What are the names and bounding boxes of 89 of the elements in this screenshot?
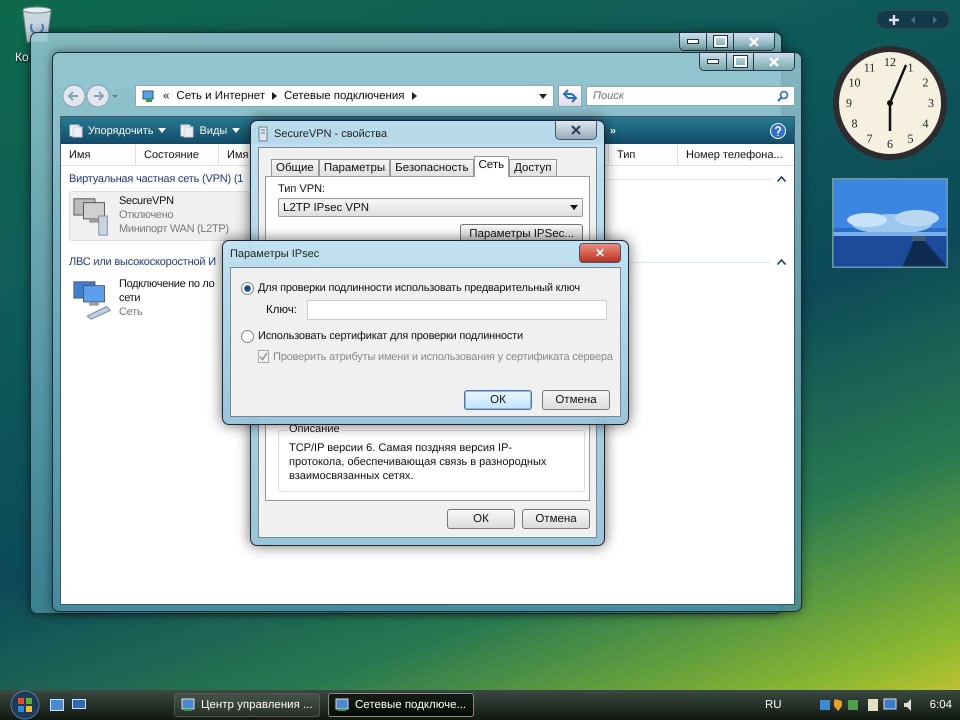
clock-number: 11 <box>864 60 876 74</box>
collapse-icon[interactable] <box>777 259 786 265</box>
clock-number: 9 <box>846 96 852 110</box>
plus-icon[interactable] <box>889 14 899 24</box>
clock-number: 10 <box>848 76 860 90</box>
connection-item[interactable]: SecureVPN Отключено Минипорт WAN (L2TP) <box>69 191 251 241</box>
tab[interactable]: Сеть <box>474 156 510 177</box>
dialog-button[interactable]: ОК <box>447 509 515 529</box>
maximize-button[interactable] <box>727 53 754 70</box>
chevron-icon[interactable] <box>272 92 277 100</box>
start-button[interactable] <box>8 690 42 720</box>
connection-text: Отключено <box>119 208 174 222</box>
breadcrumb-item[interactable]: Сеть и Интернет <box>176 90 265 102</box>
close-icon[interactable] <box>570 125 582 135</box>
dropdown-icon[interactable] <box>539 94 547 98</box>
breadcrumb-item[interactable]: « <box>163 90 170 102</box>
group-header[interactable]: Виртуальная частная сеть (VPN) (1 <box>69 173 244 185</box>
tab[interactable]: Параметры <box>318 159 390 176</box>
collapse-icon[interactable] <box>777 176 786 182</box>
checkbox-label: Проверить атрибуты имени и использования у сертификата сервера <box>273 350 613 362</box>
clock-number: 1 <box>908 60 914 74</box>
clock-number: 5 <box>908 132 914 146</box>
vpn-icon <box>258 126 268 142</box>
column-header[interactable]: Имя <box>61 144 136 165</box>
connection-text: SecureVPN <box>119 194 175 208</box>
dialog-button[interactable]: ОК <box>464 390 532 410</box>
clock-number: 6 <box>887 137 893 151</box>
radio-button[interactable] <box>241 330 254 342</box>
clock-number: 3 <box>928 96 934 110</box>
close-button[interactable] <box>555 121 597 140</box>
connection-text: Минипорт WAN (L2TP) <box>119 222 229 236</box>
radio-button[interactable] <box>241 282 254 294</box>
clock-number: 12 <box>884 55 896 69</box>
taskbar-button[interactable]: Сетевые подключе... <box>328 693 474 717</box>
dialog-title: SecureVPN - свойства <box>274 128 388 140</box>
dropdown-icon <box>232 128 240 133</box>
pages-icon <box>180 124 194 138</box>
taskbar-button[interactable]: Центр управления ... <box>174 693 320 717</box>
search-field[interactable]: Поиск <box>586 86 795 106</box>
connection-text: сети <box>119 291 142 305</box>
tab[interactable]: Общие <box>271 159 319 176</box>
search-icon[interactable] <box>777 90 789 102</box>
tab[interactable]: Безопасность <box>390 159 474 176</box>
chevron-icon[interactable] <box>412 92 417 100</box>
breadcrumb-item[interactable]: Сетевые подключения <box>284 90 405 102</box>
desktop-icon-label[interactable]: Ко <box>15 50 29 64</box>
monitor-icon <box>181 698 195 712</box>
toolbar-button[interactable]: Упорядочить <box>69 124 166 138</box>
radio-label[interactable]: Для проверки подлинности использовать предварительный ключ <box>258 282 580 294</box>
language-indicator[interactable]: RU <box>764 699 782 711</box>
minimize-button[interactable] <box>700 53 727 70</box>
clock-number: 2 <box>922 76 928 90</box>
monitor-icon <box>335 698 349 712</box>
column-header[interactable]: Тип <box>608 144 678 165</box>
clock-number: 8 <box>852 116 858 130</box>
pages-icon <box>69 124 83 138</box>
address-bar[interactable]: « Сеть и Интернет Сетевые подключения <box>135 85 554 107</box>
field-label: Ключ: <box>266 304 297 316</box>
toolbar-button[interactable]: Виды <box>180 124 240 138</box>
connection-text: Сеть <box>119 305 144 319</box>
show-desktop-icon[interactable] <box>50 699 64 711</box>
dropdown-icon[interactable] <box>570 205 578 210</box>
radio-label[interactable]: Использовать сертификат для проверки подлинности <box>258 330 523 342</box>
toolbar-overflow-button[interactable]: » <box>610 124 616 136</box>
connection-text: Подключение по ло <box>119 277 214 291</box>
help-icon[interactable] <box>770 122 786 138</box>
group-header[interactable]: ЛВС или высокоскоростной И <box>69 256 216 268</box>
maximize-button[interactable] <box>707 33 734 50</box>
clock-number: 7 <box>866 132 872 146</box>
tab[interactable]: Доступ <box>509 159 557 176</box>
description-text: TCP/IP версии 6. Самая поздняя версия IP-протокола, обеспечивающая связь в разнородных взаимосвязанных сетях. <box>289 441 548 483</box>
close-button[interactable] <box>734 33 774 50</box>
clock-time[interactable]: 6:04 <box>930 699 952 711</box>
column-header[interactable]: Номер телефона... <box>678 144 794 165</box>
field-label: Тип VPN: <box>278 183 326 195</box>
dialog-title: Параметры IPsec <box>230 248 320 260</box>
network-folder-icon <box>142 89 156 103</box>
clock-number: 4 <box>922 116 928 130</box>
column-header[interactable]: Состояние <box>136 144 219 165</box>
dialog-button[interactable]: Отмена <box>522 509 590 529</box>
dropdown-icon <box>158 128 166 133</box>
minimize-button[interactable] <box>680 33 707 50</box>
close-button[interactable]: ✕ <box>579 243 621 263</box>
key-field[interactable] <box>306 300 607 320</box>
dialog-button[interactable]: Отмена <box>542 390 610 410</box>
refresh-button[interactable] <box>558 85 582 107</box>
tray-icons[interactable] <box>820 698 860 712</box>
window-switch-icon[interactable] <box>72 699 86 711</box>
vpn-type-dropdown[interactable]: L2TP IPsec VPN <box>278 198 583 217</box>
